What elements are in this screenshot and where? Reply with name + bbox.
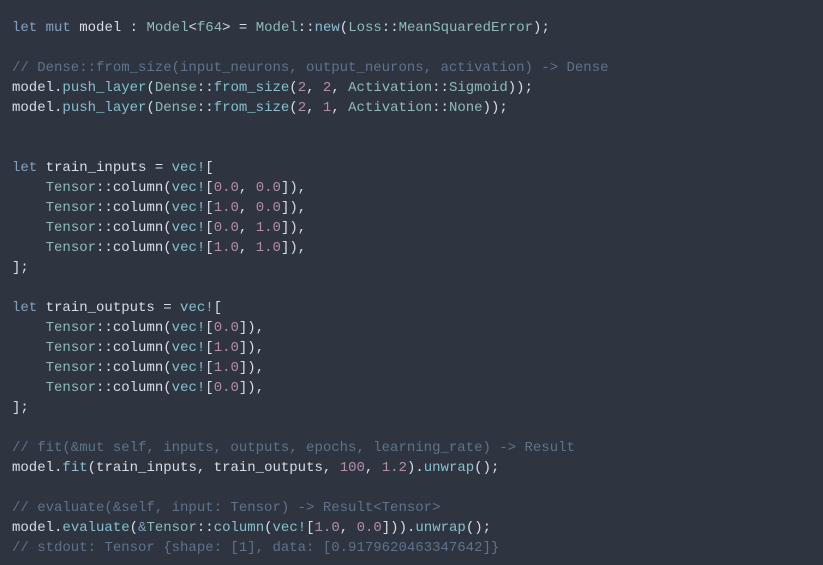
text: model : (71, 20, 147, 36)
type-activation: Activation (348, 100, 432, 116)
kw-let: let (12, 160, 37, 176)
semi: ; (525, 80, 533, 96)
num: 2 (298, 100, 306, 116)
text: train_inputs = (37, 160, 171, 176)
num: 1.0 (214, 240, 239, 256)
fn-column: column (113, 200, 163, 216)
ident-model: model (12, 80, 54, 96)
ident-model: model (12, 520, 54, 536)
semi: ; (491, 460, 499, 476)
fn-column: column (113, 320, 163, 336)
num: 0.0 (256, 180, 281, 196)
macro-vec: vec! (172, 320, 206, 336)
num: 2 (323, 80, 331, 96)
num: 0.0 (256, 200, 281, 216)
type-tensor: Tensor (46, 200, 96, 216)
fn-column: column (214, 520, 264, 536)
macro-vec: vec! (172, 360, 206, 376)
num: 1.0 (256, 220, 281, 236)
semi: ; (20, 400, 28, 416)
num: 1.0 (256, 240, 281, 256)
type-activation: Activation (348, 80, 432, 96)
type-loss: Loss (348, 20, 382, 36)
type-tensor: Tensor (46, 220, 96, 236)
macro-vec: vec! (172, 380, 206, 396)
type-f64: f64 (197, 20, 222, 36)
macro-vec: vec! (172, 160, 206, 176)
comment-dense: // Dense::from_size(input_neurons, outpu… (12, 60, 609, 76)
type-tensor: Tensor (46, 240, 96, 256)
text: = (231, 20, 256, 36)
type-model: Model (146, 20, 188, 36)
num: 1.0 (214, 200, 239, 216)
type-model: Model (256, 20, 298, 36)
num: 1.2 (382, 460, 407, 476)
num: 1.0 (315, 520, 340, 536)
fn-from-size: from_size (214, 80, 290, 96)
fn-push-layer: push_layer (62, 100, 146, 116)
type-dense: Dense (155, 100, 197, 116)
num: 1.0 (214, 360, 239, 376)
num: 0.0 (214, 220, 239, 236)
enum-none: None (449, 100, 483, 116)
kw-mut: mut (46, 20, 71, 36)
macro-vec: vec! (172, 240, 206, 256)
num: 100 (340, 460, 365, 476)
comment-stdout: // stdout: Tensor {shape: [1], data: [0.… (12, 540, 499, 556)
type-tensor: Tensor (46, 340, 96, 356)
macro-vec: vec! (172, 340, 206, 356)
macro-vec: vec! (273, 520, 307, 536)
comment-fit: // fit(&mut self, inputs, outputs, epoch… (12, 440, 575, 456)
text: train_outputs = (37, 300, 180, 316)
type-tensor: Tensor (46, 380, 96, 396)
enum-sigmoid: Sigmoid (449, 80, 508, 96)
fn-push-layer: push_layer (62, 80, 146, 96)
enum-mse: MeanSquaredError (399, 20, 533, 36)
macro-vec: vec! (180, 300, 214, 316)
macro-vec: vec! (172, 200, 206, 216)
type-tensor: Tensor (46, 180, 96, 196)
fn-new: new (315, 20, 340, 36)
fn-column: column (113, 380, 163, 396)
comment-evaluate: // evaluate(&self, input: Tensor) -> Res… (12, 500, 440, 516)
fn-column: column (113, 240, 163, 256)
kw-let: let (12, 20, 37, 36)
num: 1.0 (214, 340, 239, 356)
type-dense: Dense (155, 80, 197, 96)
num: 0.0 (214, 380, 239, 396)
macro-vec: vec! (172, 220, 206, 236)
fn-from-size: from_size (214, 100, 290, 116)
type-tensor: Tensor (46, 360, 96, 376)
semi: ; (483, 520, 491, 536)
num: 1 (323, 100, 331, 116)
fn-column: column (113, 340, 163, 356)
fn-evaluate: evaluate (62, 520, 129, 536)
ident-model: model (12, 100, 54, 116)
text: (train_inputs, train_outputs, (88, 460, 340, 476)
num: 2 (298, 80, 306, 96)
num: 0.0 (214, 320, 239, 336)
code-block: let mut model : Model<f64> = Model::new(… (0, 0, 823, 565)
fn-column: column (113, 180, 163, 196)
fn-column: column (113, 360, 163, 376)
type-tensor: Tensor (46, 320, 96, 336)
num: 0.0 (357, 520, 382, 536)
type-tensor: Tensor (146, 520, 196, 536)
macro-vec: vec! (172, 180, 206, 196)
semi: ; (499, 100, 507, 116)
fn-fit: fit (62, 460, 87, 476)
semi: ; (20, 260, 28, 276)
ident-model: model (12, 460, 54, 476)
fn-unwrap: unwrap (415, 520, 465, 536)
num: 0.0 (214, 180, 239, 196)
semi: ; (541, 20, 549, 36)
fn-unwrap: unwrap (424, 460, 474, 476)
kw-let: let (12, 300, 37, 316)
fn-column: column (113, 220, 163, 236)
